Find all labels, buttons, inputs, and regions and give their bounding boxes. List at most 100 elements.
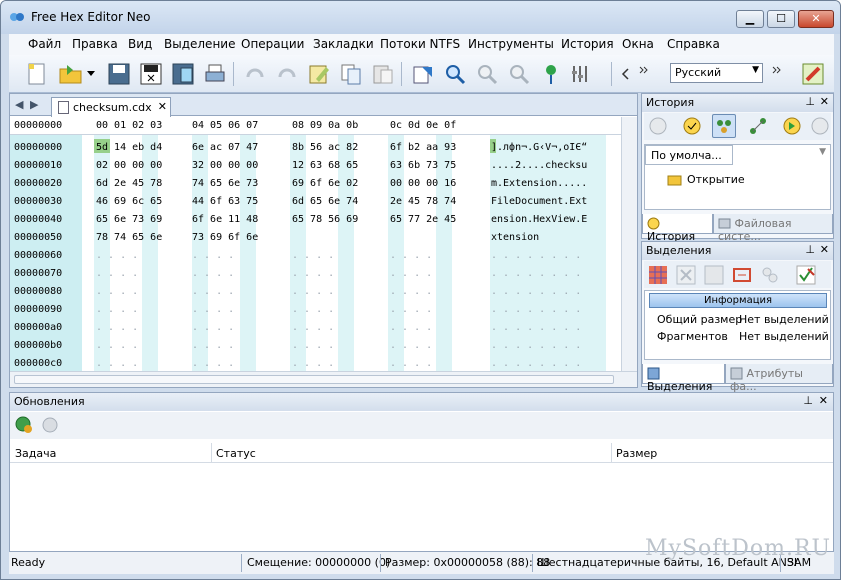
menu-selection[interactable]: Выделение — [164, 37, 235, 51]
tab-history[interactable]: История — [642, 214, 713, 243]
dropdown-arrow-icon[interactable] — [85, 62, 97, 86]
new-file-icon[interactable] — [25, 62, 49, 86]
panel-close-icon[interactable]: ✕ — [820, 95, 829, 108]
hex-byte-group[interactable]: . . . . — [390, 319, 432, 337]
history-filter-dropdown[interactable]: По умолча... — [645, 145, 733, 165]
check-updates-icon[interactable] — [14, 415, 34, 435]
invert-selection-icon[interactable] — [704, 265, 724, 285]
maximize-button[interactable]: ☐ — [767, 10, 795, 28]
hex-byte-group[interactable]: 6f 6e 11 48 — [192, 211, 258, 229]
ascii-text[interactable]: . . . . . . . . — [491, 283, 581, 301]
hex-byte-group[interactable]: 5d 14 eb d4 — [96, 139, 162, 157]
hex-byte-group[interactable]: . . . . — [390, 265, 432, 283]
language-select[interactable]: Русский ▼ — [670, 63, 763, 83]
highlighter-icon[interactable] — [801, 62, 825, 86]
vertical-scrollbar[interactable] — [621, 117, 637, 371]
history-list-button[interactable] — [712, 114, 736, 138]
ascii-text[interactable]: ension.HexView.E — [491, 211, 587, 229]
find-next-icon[interactable] — [475, 62, 499, 86]
column-task[interactable]: Задача — [15, 447, 56, 460]
panel-close-icon[interactable]: ✕ — [820, 243, 829, 256]
hex-byte-group[interactable]: . . . . — [96, 265, 138, 283]
hex-byte-group[interactable]: . . . . — [292, 265, 334, 283]
more-icon-2[interactable] — [770, 58, 784, 82]
hex-byte-group[interactable]: 63 6b 73 75 — [390, 157, 456, 175]
hex-byte-group[interactable]: . . . . — [96, 301, 138, 319]
pin-icon[interactable]: ⊥ — [805, 95, 815, 108]
menu-bookmarks[interactable]: Закладки — [313, 37, 374, 51]
menu-history[interactable]: История — [561, 37, 614, 51]
history-entry[interactable]: Открытие — [687, 173, 745, 186]
save-icon[interactable] — [107, 62, 131, 86]
hex-byte-group[interactable]: . . . . — [192, 319, 234, 337]
hex-byte-group[interactable]: . . . . — [292, 283, 334, 301]
info-button[interactable]: Информация — [649, 293, 827, 308]
download-updates-icon[interactable] — [40, 415, 60, 435]
menu-windows[interactable]: Окна — [622, 37, 654, 51]
hex-byte-group[interactable]: . . . . — [96, 247, 138, 265]
hex-byte-group[interactable]: . . . . — [96, 337, 138, 355]
check-selection-icon[interactable] — [796, 265, 816, 285]
hex-byte-group[interactable]: . . . . — [292, 337, 334, 355]
hex-byte-group[interactable]: 44 6f 63 75 — [192, 193, 258, 211]
hex-byte-group[interactable]: 6d 2e 45 78 — [96, 175, 162, 193]
hex-byte-group[interactable]: 02 00 00 00 — [96, 157, 162, 175]
select-all-icon[interactable] — [648, 265, 668, 285]
hex-byte-group[interactable]: . . . . — [292, 301, 334, 319]
column-status[interactable]: Статус — [216, 447, 256, 460]
menu-view[interactable]: Вид — [128, 37, 152, 51]
bookmark-icon[interactable] — [539, 62, 563, 86]
hex-byte-group[interactable]: 8b 56 ac 82 — [292, 139, 358, 157]
hex-byte-group[interactable]: 74 65 6e 73 — [192, 175, 258, 193]
hex-byte-group[interactable]: . . . . — [390, 247, 432, 265]
ascii-text[interactable]: . . . . . . . . — [491, 301, 581, 319]
pin-icon[interactable]: ⊥ — [805, 243, 815, 256]
hex-byte-group[interactable]: . . . . — [192, 301, 234, 319]
hex-byte-group[interactable]: 6d 65 6e 74 — [292, 193, 358, 211]
tab-close-icon[interactable]: ✕ — [158, 100, 167, 113]
hex-byte-group[interactable]: 32 00 00 00 — [192, 157, 258, 175]
column-size[interactable]: Размер — [616, 447, 657, 460]
open-folder-icon[interactable] — [59, 62, 83, 86]
hex-byte-group[interactable]: . . . . — [292, 319, 334, 337]
menu-file[interactable]: Файл — [28, 37, 61, 51]
hex-byte-group[interactable]: 65 78 56 69 — [292, 211, 358, 229]
hex-byte-group[interactable]: 2e 45 78 74 — [390, 193, 456, 211]
ascii-text[interactable]: . . . . . . . . — [491, 319, 581, 337]
history-back-icon[interactable] — [648, 116, 668, 136]
hex-byte-group[interactable]: . . . . — [192, 337, 234, 355]
ascii-text[interactable]: xtension — [491, 229, 539, 247]
hex-byte-group[interactable]: . . . . — [390, 337, 432, 355]
redo-icon[interactable] — [275, 62, 299, 86]
horizontal-scrollbar[interactable] — [10, 371, 637, 387]
hex-byte-group[interactable]: 46 69 6c 65 — [96, 193, 162, 211]
hex-byte-group[interactable]: . . . . — [192, 247, 234, 265]
nav-right-icon[interactable]: ▶ — [30, 98, 38, 111]
hex-byte-group[interactable]: 00 00 00 16 — [390, 175, 456, 193]
find-icon[interactable] — [443, 62, 467, 86]
hex-byte-group[interactable]: 65 77 2e 45 — [390, 211, 456, 229]
copy-icon[interactable] — [339, 62, 363, 86]
close-button[interactable]: ✕ — [798, 10, 834, 28]
ascii-text[interactable]: . . . . . . . . — [491, 337, 581, 355]
hex-byte-group[interactable]: 69 6f 6e 02 — [292, 175, 358, 193]
tab-file-attributes[interactable]: Атрибуты фа... — [725, 364, 833, 393]
hex-byte-group[interactable]: . . . . — [192, 265, 234, 283]
expand-selection-icon[interactable] — [732, 265, 752, 285]
tab-file-system[interactable]: Файловая систе... — [713, 214, 833, 243]
tab-checksum[interactable]: checksum.cdx ✕ — [51, 97, 171, 117]
ascii-text[interactable]: . . . . . . . . — [491, 265, 581, 283]
chevron-left-icon[interactable] — [618, 62, 632, 86]
save-as-icon[interactable] — [171, 62, 195, 86]
pin-icon[interactable]: ⊥ — [803, 394, 813, 407]
hex-byte-group[interactable]: 65 6e 73 69 — [96, 211, 162, 229]
find-prev-icon[interactable] — [507, 62, 531, 86]
ascii-text[interactable]: m.Extension..... — [491, 175, 587, 193]
save-all-icon[interactable] — [139, 62, 163, 86]
hex-byte-group[interactable]: 6e ac 07 47 — [192, 139, 258, 157]
menu-ntfs-streams[interactable]: Потоки NTFS — [380, 37, 460, 51]
menu-edit[interactable]: Правка — [72, 37, 118, 51]
hex-byte-group[interactable]: . . . . — [390, 283, 432, 301]
hex-byte-group[interactable]: . . . . — [192, 283, 234, 301]
ascii-text[interactable]: ....2....checksu — [491, 157, 587, 175]
